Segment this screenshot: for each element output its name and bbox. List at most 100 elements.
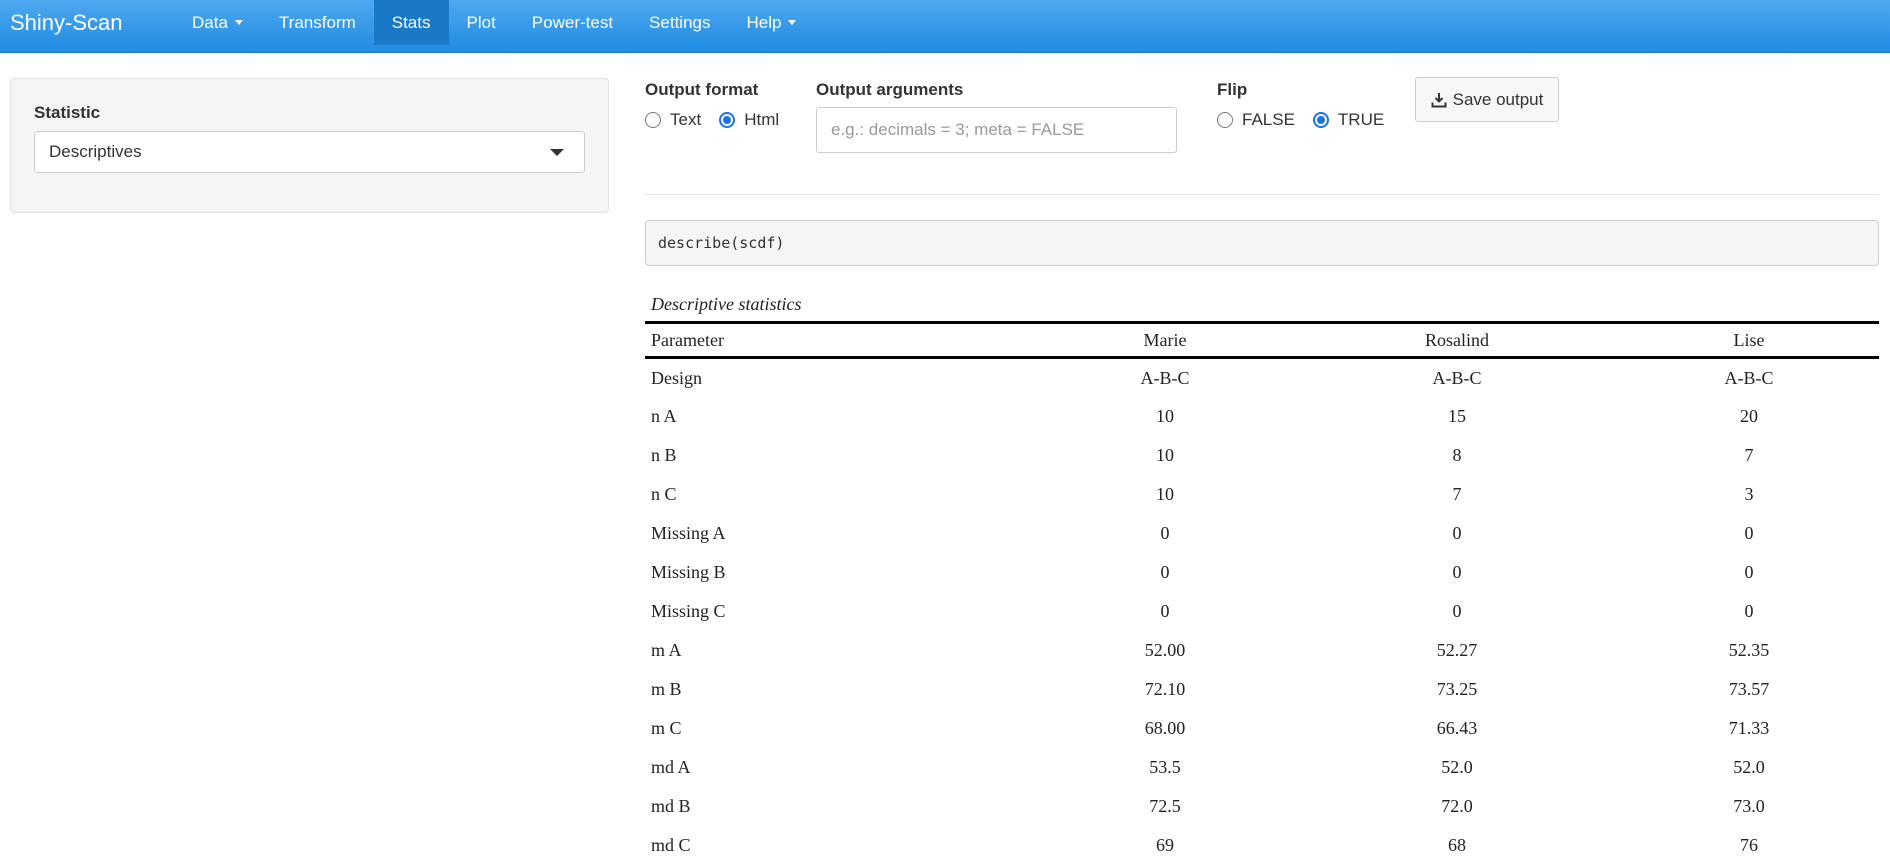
value-cell: A-B-C	[1432, 368, 1482, 389]
parameter-cell: Missing B	[651, 561, 726, 582]
value-cell: 68.00	[1144, 717, 1186, 738]
parameter-cell: m B	[651, 678, 682, 699]
radio-button[interactable]	[1217, 112, 1233, 128]
value-cell: 0	[1744, 522, 1754, 543]
value-cell: 0	[1744, 561, 1754, 582]
statistic-select[interactable]: Descriptives	[34, 131, 585, 173]
nav-item-stats[interactable]: Stats	[373, 0, 449, 45]
radio-label: Html	[744, 110, 780, 129]
flip-label: Flip	[1217, 80, 1248, 99]
value-cell: 69	[1155, 834, 1174, 855]
radio-label: TRUE	[1337, 110, 1385, 129]
value-cell: 0	[1744, 600, 1754, 621]
caret-down-icon	[234, 20, 243, 25]
parameter-cell: n C	[651, 483, 677, 504]
nav-item-data[interactable]: Data	[180, 0, 261, 45]
column-header: Marie	[1143, 329, 1187, 350]
download-icon	[1431, 92, 1447, 107]
value-cell: 73.25	[1436, 678, 1478, 699]
value-cell: 0	[1452, 600, 1462, 621]
value-cell: 72.10	[1144, 678, 1186, 699]
table-row: Missing C 0 0 0	[645, 592, 1879, 631]
caret-down-icon	[788, 20, 797, 25]
save-output-button[interactable]: Save output	[1415, 77, 1559, 122]
value-cell: 7	[1452, 483, 1462, 504]
table-row: m C 68.00 66.43 71.33	[645, 709, 1879, 748]
radio-button[interactable]	[719, 112, 736, 128]
dropdown-arrow-icon	[550, 149, 564, 156]
value-cell: 0	[1160, 600, 1170, 621]
flip-option-true[interactable]: TRUE	[1312, 110, 1385, 130]
value-cell: 0	[1160, 561, 1170, 582]
value-cell: 53.5	[1149, 756, 1181, 777]
table-row: md C 69 68 76	[645, 826, 1879, 865]
code-block: describe(scdf)	[645, 220, 1879, 266]
value-cell: 52.27	[1436, 639, 1478, 660]
table-row: n C 10 7 3	[645, 475, 1879, 514]
radio-button[interactable]	[1312, 112, 1329, 128]
output-format-radio-group: Text Html	[645, 110, 797, 130]
value-cell: 52.0	[1441, 756, 1473, 777]
output-format-option-html[interactable]: Html	[719, 110, 779, 130]
parameter-cell: md C	[651, 834, 691, 855]
value-cell: 76	[1739, 834, 1758, 855]
radio-label: FALSE	[1242, 110, 1295, 129]
value-cell: 10	[1155, 405, 1174, 426]
output-arguments-input[interactable]	[816, 107, 1177, 153]
parameter-cell: Design	[651, 368, 702, 389]
parameter-cell: md A	[651, 756, 691, 777]
nav-item-label: Settings	[649, 13, 711, 32]
output-format-option-text[interactable]: Text	[645, 110, 701, 130]
app-brand[interactable]: Shiny-Scan	[0, 0, 180, 45]
value-cell: A-B-C	[1724, 368, 1774, 389]
value-cell: 52.35	[1728, 639, 1770, 660]
save-output-label: Save output	[1452, 89, 1544, 109]
parameter-cell: Missing C	[651, 600, 726, 621]
navbar: Shiny-Scan Data Transform Stats Plot Pow…	[0, 0, 1890, 53]
value-cell: A-B-C	[1140, 368, 1190, 389]
parameter-cell: Missing A	[651, 522, 726, 543]
value-cell: 0	[1452, 522, 1462, 543]
table-header: Parameter Marie Rosalind Lise	[645, 322, 1879, 358]
radio-label: Text	[670, 110, 702, 129]
value-cell: 52.00	[1144, 639, 1186, 660]
value-cell: 52.0	[1733, 756, 1765, 777]
nav-item-help[interactable]: Help	[728, 0, 814, 45]
parameter-cell: m C	[651, 717, 682, 738]
descriptive-statistics-table: Parameter Marie Rosalind Lise Design A-B-…	[645, 321, 1879, 865]
table-row: m B 72.10 73.25 73.57	[645, 670, 1879, 709]
nav-item-plot[interactable]: Plot	[449, 0, 514, 45]
table-row: Missing B 0 0 0	[645, 553, 1879, 592]
table-row: Design A-B-C A-B-C A-B-C	[645, 358, 1879, 397]
table-body: Design A-B-C A-B-C A-B-C n A 10 15 20 n B 10 8 7 n C…	[645, 358, 1879, 865]
radio-button[interactable]	[645, 112, 661, 128]
nav-item-power-test[interactable]: Power-test	[514, 0, 631, 45]
flip-radio-group: FALSE TRUE	[1217, 110, 1402, 130]
value-cell: 3	[1744, 483, 1754, 504]
nav-item-label: Data	[192, 13, 228, 32]
nav-item-label: Stats	[391, 13, 431, 32]
nav-item-transform[interactable]: Transform	[261, 0, 374, 45]
nav-item-settings[interactable]: Settings	[631, 0, 728, 45]
parameter-cell: n B	[651, 444, 677, 465]
value-cell: 73.0	[1733, 795, 1765, 816]
value-cell: 10	[1155, 444, 1174, 465]
table-row: md A 53.5 52.0 52.0	[645, 748, 1879, 787]
value-cell: 20	[1739, 405, 1758, 426]
nav-menu: Data Transform Stats Plot Power-test Set…	[180, 0, 814, 45]
value-cell: 7	[1744, 444, 1754, 465]
table-row: m A 52.00 52.27 52.35	[645, 631, 1879, 670]
statistic-select-value: Descriptives	[49, 142, 142, 161]
flip-option-false[interactable]: FALSE	[1217, 110, 1295, 130]
value-cell: 15	[1447, 405, 1466, 426]
table-caption: Descriptive statistics	[651, 294, 802, 314]
column-header: Rosalind	[1424, 329, 1489, 350]
value-cell: 0	[1160, 522, 1170, 543]
value-cell: 72.0	[1441, 795, 1473, 816]
value-cell: 66.43	[1436, 717, 1478, 738]
divider	[645, 194, 1879, 195]
statistic-label: Statistic	[34, 103, 101, 122]
output-arguments-label: Output arguments	[816, 80, 964, 99]
column-header: Parameter	[651, 329, 724, 350]
parameter-cell: m A	[651, 639, 682, 660]
